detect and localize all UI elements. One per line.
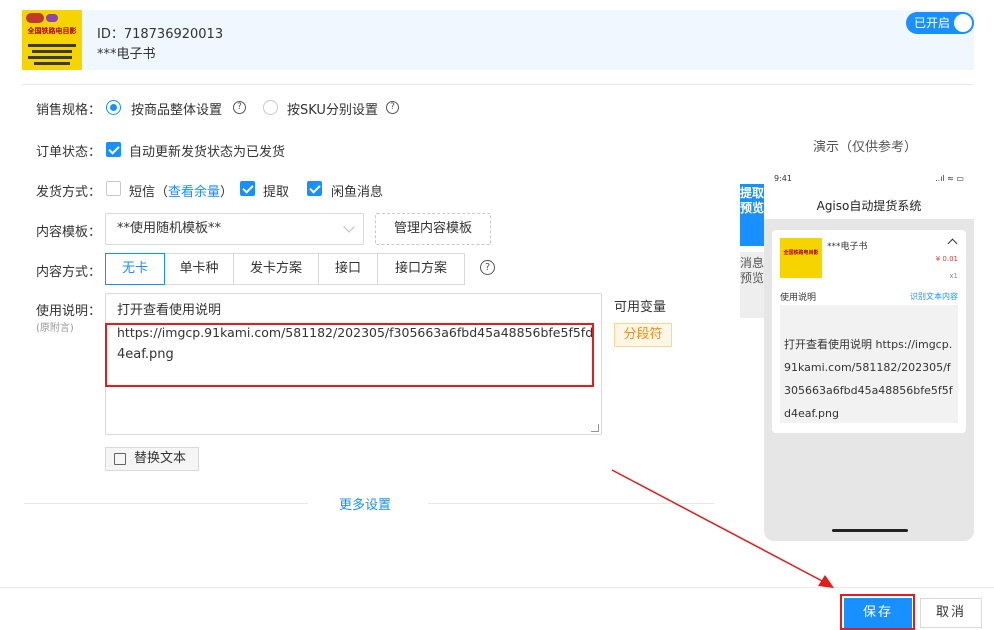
instructions-label: 使用说明：	[36, 304, 102, 319]
help-icon[interactable]: ?	[480, 260, 495, 275]
phone-preview: 9:41 ..ıl ≈ ▭ Agiso自动提货系统 全国铁路电目影 ***电子书…	[764, 167, 974, 541]
segment-variable-tag[interactable]: 分段符	[614, 323, 672, 347]
sms-checkbox[interactable]	[106, 181, 121, 196]
toggle-knob	[954, 14, 972, 32]
mode-api-plan[interactable]: 接口方案	[377, 253, 465, 285]
chevron-down-icon	[343, 221, 355, 233]
cancel-button[interactable]: 取消	[920, 598, 982, 628]
sms-option: 短信（查看余量）	[129, 181, 233, 200]
radio-per-sku-label[interactable]: 按SKU分别设置	[287, 99, 378, 118]
pickup-label[interactable]: 提取	[263, 181, 289, 200]
mode-api[interactable]: 接口	[318, 253, 378, 285]
enabled-toggle[interactable]: 已开启	[906, 12, 974, 34]
recognize-text-link[interactable]: 识别文本内容	[910, 291, 958, 302]
mode-no-card[interactable]: 无卡	[105, 253, 165, 285]
tab-pickup-preview-label: 提取预览	[740, 186, 765, 215]
sms-paren-open: （	[155, 185, 169, 200]
home-indicator	[832, 529, 908, 532]
highlight-box	[840, 594, 915, 630]
phone-time: 9:41	[774, 174, 792, 183]
product-thumbnail: 全国铁路电目影	[22, 10, 82, 70]
card-price: ¥ 0.01	[935, 255, 958, 263]
order-card: 全国铁路电目影 ***电子书 ¥ 0.01 x1 使用说明 识别文本内容 打开查…	[772, 230, 966, 433]
tab-message-preview-label: 消息预览	[740, 256, 765, 285]
help-icon[interactable]: ?	[233, 101, 246, 114]
tab-message-preview[interactable]: 消息预览	[740, 252, 764, 318]
mode-card-plan[interactable]: 发卡方案	[233, 253, 319, 285]
signal-icon: ..ıl ≈ ▭	[935, 174, 964, 183]
highlight-box	[105, 323, 594, 387]
content-mode-label: 内容方式：	[36, 265, 102, 280]
card-qty: x1	[949, 272, 958, 280]
product-header: 全国铁路电目影 ID：718736920013 ***电子书 已开启	[22, 10, 974, 70]
tab-pickup-preview[interactable]: 提取预览	[740, 184, 764, 246]
instructions-line: 打开查看使用说明	[117, 303, 222, 318]
auto-ship-checkbox[interactable]	[106, 142, 121, 157]
auto-ship-label[interactable]: 自动更新发货状态为已发货	[129, 141, 285, 160]
sale-spec-label: 销售规格：	[36, 103, 102, 118]
phone-header: 9:41 ..ıl ≈ ▭ Agiso自动提货系统	[764, 167, 974, 219]
variables-title: 可用变量	[614, 300, 667, 315]
template-label: 内容模板：	[36, 225, 102, 240]
check-balance-link[interactable]: 查看余量	[168, 185, 220, 200]
radio-whole-product[interactable]	[106, 100, 121, 115]
sms-paren-close: ）	[220, 185, 234, 200]
xianyu-checkbox[interactable]	[307, 181, 322, 196]
template-select-value: **使用随机模板**	[117, 221, 222, 236]
replace-icon	[114, 453, 126, 465]
delivery-label: 发货方式：	[36, 185, 102, 200]
toggle-label: 已开启	[914, 16, 951, 30]
resize-handle[interactable]	[591, 424, 599, 432]
radio-whole-product-label[interactable]: 按商品整体设置	[131, 99, 222, 118]
usage-text: 打开查看使用说明 https://imgcp.91kami.com/581182…	[784, 338, 953, 420]
xianyu-label[interactable]: 闲鱼消息	[331, 181, 383, 200]
template-select[interactable]: **使用随机模板**	[105, 213, 364, 245]
usage-label: 使用说明	[780, 293, 817, 303]
chevron-up-icon[interactable]	[947, 238, 958, 249]
product-name: ***电子书	[97, 47, 156, 62]
phone-title: Agiso自动提货系统	[816, 199, 922, 213]
sms-label[interactable]: 短信	[129, 185, 155, 200]
mode-single-card[interactable]: 单卡种	[164, 253, 234, 285]
manage-template-button[interactable]: 管理内容模板	[375, 213, 491, 245]
divider	[428, 503, 714, 504]
help-icon[interactable]: ?	[386, 101, 399, 114]
replace-text-button[interactable]: 替换文本	[105, 447, 199, 471]
content-mode-segmented: 无卡 单卡种 发卡方案 接口 接口方案	[105, 253, 465, 285]
instructions-sublabel: (原附言)	[36, 323, 74, 334]
usage-content: 打开查看使用说明 https://imgcp.91kami.com/581182…	[780, 305, 958, 423]
demo-title: 演示（仅供参考）	[813, 140, 918, 155]
divider	[22, 84, 972, 85]
more-settings-link[interactable]: 更多设置	[339, 494, 391, 513]
divider	[0, 587, 994, 588]
pickup-checkbox[interactable]	[240, 181, 255, 196]
order-status-label: 订单状态：	[36, 145, 102, 160]
product-thumbnail: 全国铁路电目影	[780, 238, 822, 278]
card-product-name: ***电子书	[827, 242, 868, 252]
product-id: ID：718736920013	[97, 27, 224, 42]
divider	[24, 503, 308, 504]
radio-per-sku[interactable]	[263, 100, 278, 115]
replace-text-label: 替换文本	[134, 451, 187, 466]
